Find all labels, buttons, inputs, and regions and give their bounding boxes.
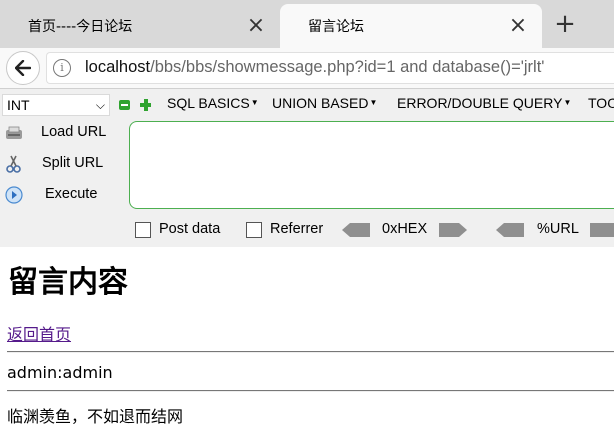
menu-union-based[interactable]: UNION BASED▼ bbox=[272, 95, 377, 111]
message-author: admin:admin bbox=[7, 363, 113, 382]
dropdown-arrow-icon: ▼ bbox=[369, 98, 378, 107]
hex-encode-arrow-icon[interactable] bbox=[439, 223, 467, 237]
menu-tools[interactable]: TOOLS bbox=[588, 95, 614, 111]
url-decode-arrow-icon[interactable] bbox=[496, 223, 524, 237]
menu-sql-basics[interactable]: SQL BASICS▼ bbox=[167, 95, 259, 111]
post-data-label: Post data bbox=[159, 221, 221, 237]
load-url-icon bbox=[6, 126, 22, 139]
menu-label: SQL BASICS bbox=[167, 95, 250, 111]
url-encode-arrow-icon[interactable] bbox=[590, 223, 614, 237]
plus-icon[interactable]: + bbox=[551, 10, 579, 38]
load-url-button[interactable]: Load URL bbox=[0, 121, 126, 145]
tab-title: 首页----今日论坛 bbox=[28, 19, 133, 35]
back-arrow-icon bbox=[15, 60, 31, 76]
execute-button[interactable]: Execute bbox=[0, 183, 126, 207]
tab-title: 留言论坛 bbox=[308, 19, 364, 35]
plus-icon[interactable] bbox=[140, 99, 151, 111]
tab-strip: 首页----今日论坛 × 留言论坛 × + bbox=[0, 0, 614, 48]
menu-label: UNION BASED bbox=[272, 95, 369, 111]
hex-decode-arrow-icon[interactable] bbox=[342, 223, 370, 237]
close-icon[interactable]: × bbox=[246, 15, 266, 37]
load-url-label: Load URL bbox=[41, 124, 107, 140]
url-textarea[interactable] bbox=[129, 121, 614, 209]
minus-icon[interactable] bbox=[119, 100, 130, 110]
back-home-link[interactable]: 返回首页 bbox=[7, 321, 71, 345]
address-bar[interactable]: i localhost/bbs/bbs/showmessage.php?id=1… bbox=[46, 52, 614, 84]
hackbar-panel: INT ⌵ SQL BASICS▼ UNION BASED▼ ERROR/DOU… bbox=[0, 88, 614, 247]
page-title: 留言内容 bbox=[8, 265, 128, 300]
url-encode-label: %URL bbox=[537, 221, 579, 237]
referrer-label: Referrer bbox=[270, 221, 324, 237]
divider bbox=[7, 351, 614, 353]
post-data-checkbox[interactable] bbox=[135, 222, 151, 238]
split-url-label: Split URL bbox=[42, 155, 104, 171]
split-url-button[interactable]: Split URL bbox=[0, 152, 126, 176]
execute-label: Execute bbox=[45, 186, 98, 202]
close-icon[interactable]: × bbox=[508, 15, 528, 37]
menu-label: ERROR/DOUBLE QUERY bbox=[397, 95, 563, 111]
divider bbox=[7, 390, 614, 392]
play-icon bbox=[5, 186, 23, 204]
chevron-down-icon: ⌵ bbox=[95, 98, 105, 112]
menu-label: TOOLS bbox=[588, 95, 614, 111]
type-select[interactable]: INT ⌵ bbox=[2, 94, 110, 116]
info-icon[interactable]: i bbox=[53, 59, 71, 77]
back-button[interactable] bbox=[6, 51, 40, 85]
type-select-value: INT bbox=[7, 97, 30, 113]
url-path: /bbs/bbs/showmessage.php?id=1 and databa… bbox=[150, 58, 545, 76]
page-content: 留言内容 返回首页 admin:admin 临渊羡鱼，不如退而结网 bbox=[0, 247, 614, 431]
url-text: localhost/bbs/bbs/showmessage.php?id=1 a… bbox=[85, 58, 544, 77]
url-host: localhost bbox=[85, 58, 151, 76]
tab-message-board[interactable]: 留言论坛 × bbox=[280, 4, 542, 48]
navigation-bar: i localhost/bbs/bbs/showmessage.php?id=1… bbox=[0, 48, 614, 88]
message-body: 临渊羡鱼，不如退而结网 bbox=[7, 407, 184, 426]
scissors-icon bbox=[6, 155, 21, 173]
menu-error-double-query[interactable]: ERROR/DOUBLE QUERY▼ bbox=[397, 95, 571, 111]
referrer-checkbox[interactable] bbox=[246, 222, 262, 238]
hex-label: 0xHEX bbox=[382, 221, 428, 237]
dropdown-arrow-icon: ▼ bbox=[250, 98, 259, 107]
tab-home[interactable]: 首页----今日论坛 × bbox=[0, 4, 280, 48]
dropdown-arrow-icon: ▼ bbox=[563, 98, 572, 107]
